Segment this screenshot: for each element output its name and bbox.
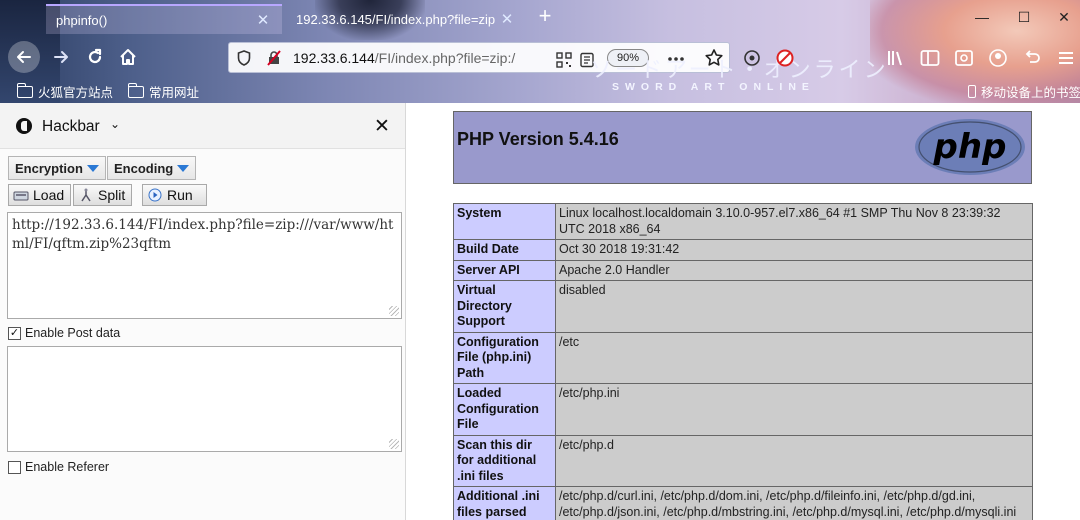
undo-icon[interactable] [1020,46,1044,70]
page-content: PHP Version 5.4.16 php System Linux local… [407,103,1080,520]
enable-post-checkbox[interactable]: ✓ Enable Post data [8,326,120,340]
url-path: /FI/index.php?file=zip:/ [374,49,516,66]
table-row: Loaded Configuration File/etc/php.ini [453,383,1033,436]
home-icon[interactable] [113,42,143,72]
row-value: Apache 2.0 Handler [555,259,1033,281]
mobile-bookmarks[interactable]: 移动设备上的书签 [968,82,1080,101]
row-key: System [453,203,556,240]
qr-code-icon[interactable] [552,48,576,72]
chevron-down-icon[interactable]: ⌄ [110,117,120,131]
row-key: Virtual Directory Support [453,280,556,333]
row-key: Scan this dir for additional .ini files [453,434,556,487]
folder-icon [16,82,33,98]
shield-icon[interactable] [235,49,253,67]
tab-fi-index[interactable]: 192.33.6.145/FI/index.php?file=zip ✕ [286,4,526,34]
split-label: Split [98,187,126,203]
sidebar-title[interactable]: Hackbar [42,118,100,136]
dropdown-arrow-icon [86,164,99,172]
account-icon[interactable] [986,46,1010,70]
table-row: System Linux localhost.localdomain 3.10.0… [453,203,1033,240]
bookmark-common-sites[interactable]: 常用网址 [127,82,200,101]
encryption-menu[interactable]: Encryption [8,156,106,180]
phone-icon [968,85,976,98]
row-key: Build Date [453,239,556,261]
menu-icon[interactable] [1054,46,1078,70]
arrow-left-icon[interactable] [8,41,40,73]
row-key: Server API [453,259,556,281]
browser-chrome: phpinfo() ✕ 192.33.6.145/FI/index.php?fi… [0,0,1080,103]
row-value: Linux localhost.localdomain 3.10.0-957.e… [555,203,1033,240]
resize-grip-icon[interactable] [389,439,399,449]
row-value: /etc/php.ini [555,383,1033,436]
tab-phpinfo[interactable]: phpinfo() ✕ [46,4,282,34]
post-data-textarea[interactable] [7,346,402,452]
sidebar-header: Hackbar ⌄ ✕ [0,103,405,149]
row-key: Additional .ini files parsed [453,486,556,520]
run-button[interactable]: Run [142,184,207,206]
table-row: Additional .ini files parsed/etc/php.d/c… [453,486,1033,520]
run-label: Run [167,187,193,203]
php-info-table: System Linux localhost.localdomain 3.10.0… [453,203,1033,520]
resize-grip-icon[interactable] [389,306,399,316]
load-icon [13,188,29,202]
play-icon [147,188,163,202]
bookmark-label: 火狐官方站点 [38,86,114,100]
maximize-icon[interactable]: ☐ [1010,6,1038,28]
row-value: /etc/php.d [555,434,1033,487]
url-textarea[interactable]: http://192.33.6.144/FI/index.php?file=zi… [7,212,402,319]
hackbar-logo-icon [16,118,32,134]
load-label: Load [33,187,65,203]
encryption-label: Encryption [15,160,83,176]
row-key: Configuration File (php.ini) Path [453,331,556,384]
minimize-icon[interactable]: — [968,6,996,28]
close-window-icon[interactable]: ✕ [1050,6,1078,28]
folder-icon [127,82,144,98]
php-version-title: PHP Version 5.4.16 [457,129,619,149]
table-row: Build Date Oct 30 2018 19:31:42 [453,239,1033,261]
enable-referer-label: Enable Referer [25,460,110,474]
table-row: Scan this dir for additional .ini files /… [453,434,1033,487]
bookmark-firefox-official[interactable]: 火狐官方站点 [16,82,114,101]
split-button[interactable]: Split [73,184,133,206]
encoding-label: Encoding [114,160,174,176]
close-sidebar-icon[interactable]: ✕ [374,115,390,138]
row-value: Oct 30 2018 19:31:42 [555,239,1033,261]
url-textarea-value: http://192.33.6.144/FI/index.php?file=zi… [12,217,394,252]
close-tab-icon[interactable]: ✕ [254,11,272,29]
table-row: Configuration File (php.ini) Path/etc [453,331,1033,384]
theme-subtitle-text: SWORD ART ONLINE [612,81,815,93]
screenshot-icon[interactable] [952,46,976,70]
row-value: /etc/php.d/curl.ini, /etc/php.d/dom.ini,… [555,486,1033,520]
tab-title: phpinfo() [56,12,108,28]
enable-post-label: Enable Post data [25,326,121,340]
php-logo: php [915,119,1025,175]
library-icon[interactable] [884,46,908,70]
split-icon [78,188,94,202]
row-value: /etc [555,331,1033,384]
load-button[interactable]: Load [8,184,72,206]
php-version-header: PHP Version 5.4.16 php [453,111,1032,184]
reload-icon[interactable] [80,42,110,72]
close-tab-icon[interactable]: ✕ [498,10,516,28]
bookmark-label: 常用网址 [149,86,200,100]
encoding-menu[interactable]: Encoding [107,156,197,180]
plus-icon[interactable]: + [534,5,556,29]
row-key: Loaded Configuration File [453,383,556,436]
extension-icon[interactable] [740,46,764,70]
mobile-bookmarks-label: 移动设备上的书签 [981,86,1080,100]
table-row: Virtual Directory Support disabled [453,280,1033,333]
checkbox-unchecked-icon[interactable] [8,460,21,474]
tab-title: 192.33.6.145/FI/index.php?file=zip [296,11,496,27]
table-row: Server API Apache 2.0 Handler [453,259,1033,281]
checkbox-checked-icon[interactable]: ✓ [8,326,21,340]
insecure-lock-icon[interactable] [265,49,283,67]
url-host: 192.33.6.144 [293,49,375,66]
php-logo-text: php [933,127,1007,167]
row-value: disabled [555,280,1033,333]
arrow-right-icon[interactable] [46,42,76,72]
block-icon[interactable] [773,46,797,70]
dropdown-arrow-icon [177,164,190,172]
sidebar-icon[interactable] [918,46,942,70]
enable-referer-checkbox[interactable]: Enable Referer [8,460,109,474]
